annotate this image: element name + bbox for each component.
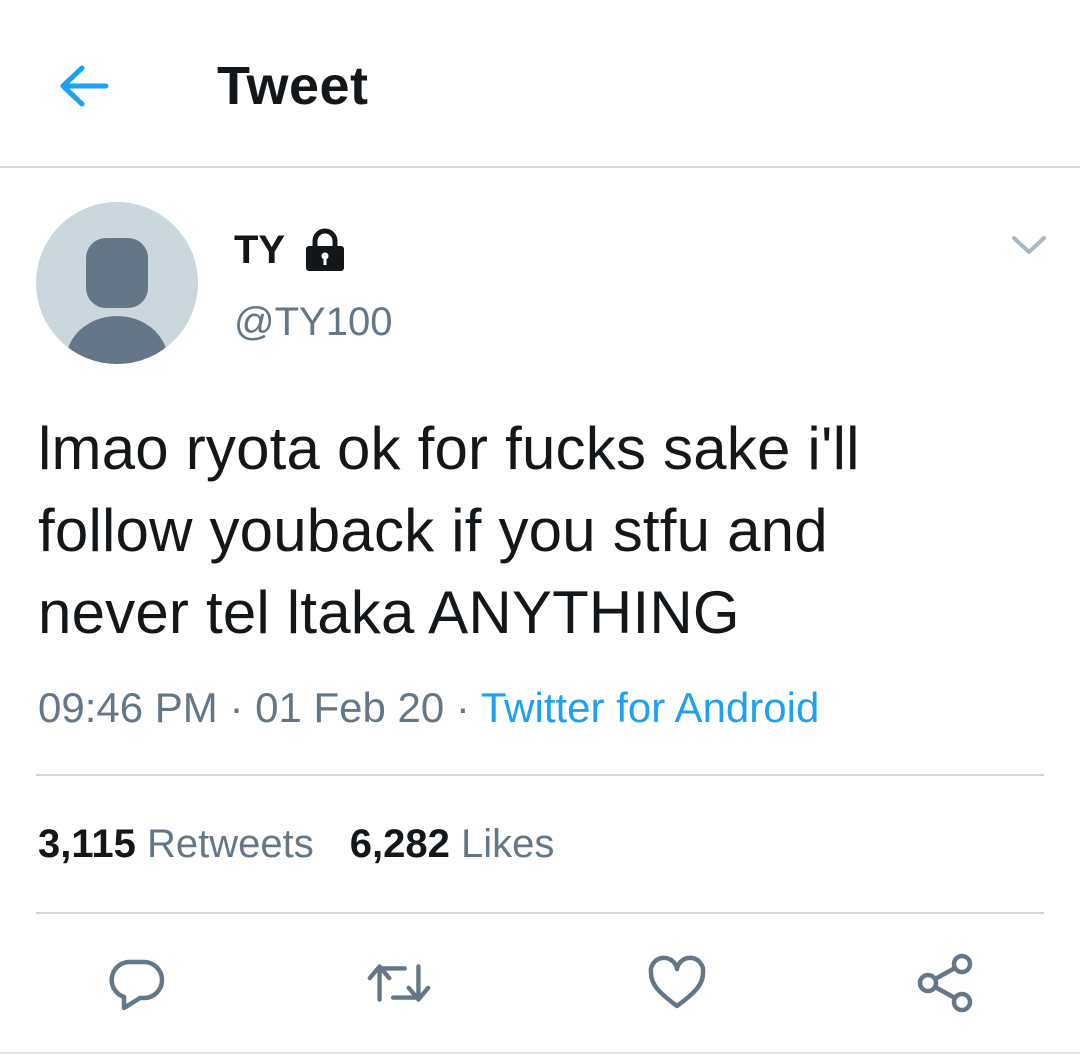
author-display-name[interactable]: TY — [234, 226, 285, 274]
retweets-label: Retweets — [147, 822, 314, 866]
bottom-divider — [0, 1052, 1080, 1054]
tweet-text-line: follow youback if you stfu and — [38, 497, 828, 564]
avatar[interactable] — [36, 202, 198, 364]
tweet-time: 09:46 PM — [38, 684, 218, 731]
tweet-text-line: lmao ryota ok for fucks sake i'll — [38, 415, 860, 482]
top-app-bar: Tweet — [0, 0, 1080, 168]
divider — [36, 912, 1044, 914]
tweet-text: lmao ryota ok for fucks sake i'll follow… — [38, 408, 1048, 654]
avatar-head-shape — [86, 238, 148, 308]
retweets-stat[interactable]: 3,115 Retweets — [38, 818, 314, 870]
share-button[interactable] — [910, 948, 980, 1018]
retweets-count: 3,115 — [38, 822, 136, 866]
tweet-text-line: never tel ltaka ANYTHING — [38, 579, 740, 646]
tweet-metadata: 09:46 PM · 01 Feb 20 · Twitter for Andro… — [38, 680, 819, 736]
divider — [36, 774, 1044, 776]
likes-count: 6,282 — [349, 822, 450, 866]
author-handle[interactable]: @TY100 — [234, 298, 392, 346]
reply-icon — [109, 959, 165, 1011]
retweet-icon — [367, 964, 431, 1002]
likes-stat[interactable]: 6,282 Likes — [350, 818, 555, 870]
tweet-date: 01 Feb 20 — [255, 684, 445, 731]
reply-button[interactable] — [101, 948, 171, 1018]
tweet-stats: 3,115 Retweets 6,282 Likes — [38, 818, 590, 870]
share-icon — [917, 953, 973, 1013]
retweet-button[interactable] — [364, 948, 434, 1018]
like-button[interactable] — [642, 948, 712, 1018]
meta-separator: · — [217, 684, 256, 731]
tweet-source-link[interactable]: Twitter for Android — [481, 684, 819, 731]
like-icon — [648, 955, 706, 1009]
page-title: Tweet — [217, 56, 369, 116]
likes-label: Likes — [461, 822, 555, 866]
avatar-body-shape — [66, 316, 168, 364]
tweet-actions-bar — [0, 948, 1080, 1018]
meta-separator: · — [444, 684, 481, 731]
back-button[interactable] — [52, 58, 116, 114]
lock-icon — [306, 228, 344, 271]
back-arrow-icon — [60, 65, 109, 107]
chevron-down-icon[interactable] — [1006, 226, 1052, 266]
